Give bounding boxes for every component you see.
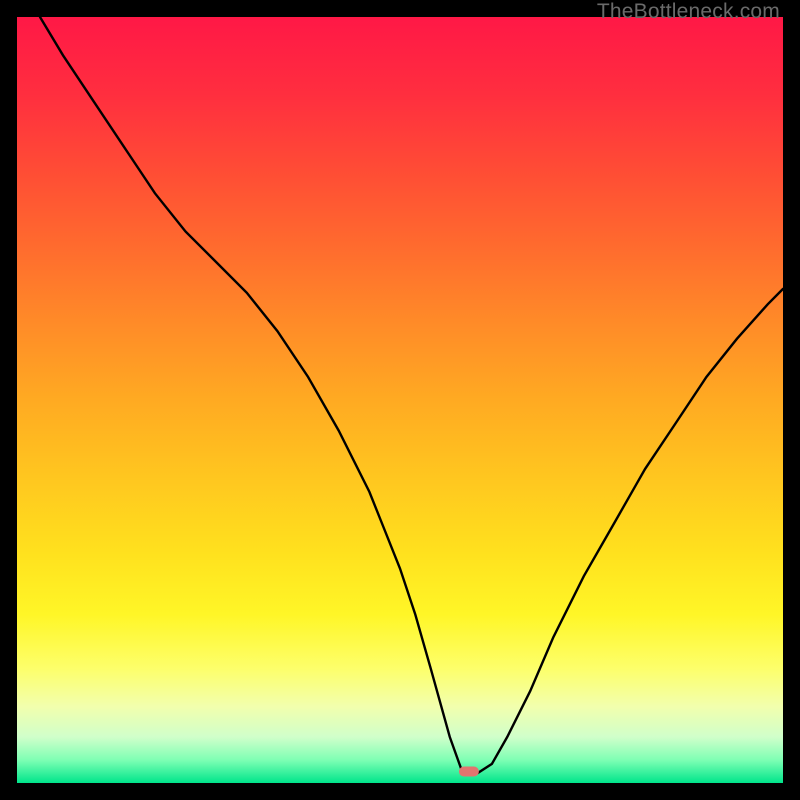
chart-frame: TheBottleneck.com <box>0 0 800 800</box>
watermark-text: TheBottleneck.com <box>597 0 780 24</box>
minimum-marker <box>459 767 479 777</box>
bottleneck-chart <box>17 17 783 783</box>
chart-background <box>17 17 783 783</box>
